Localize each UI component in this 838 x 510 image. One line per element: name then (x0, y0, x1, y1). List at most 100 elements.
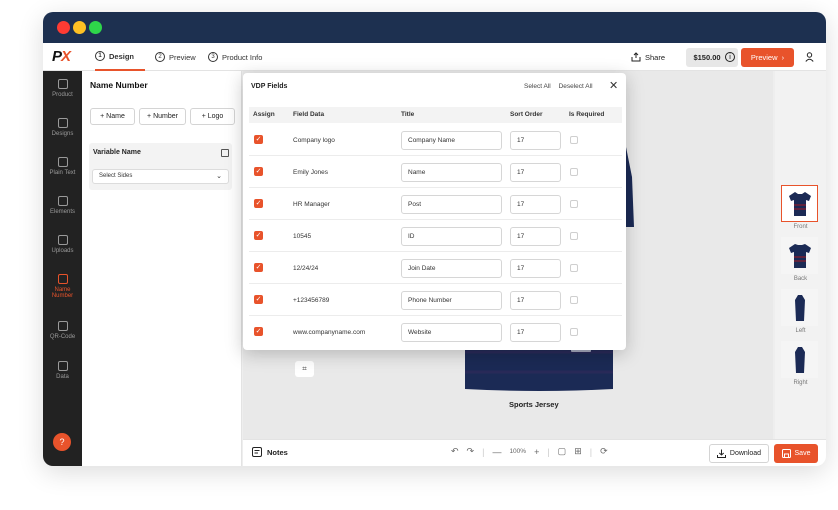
table-row: ✓ Emily Jones Name 17 (249, 157, 622, 188)
assign-checkbox[interactable]: ✓ (254, 263, 263, 272)
column-header-field-data: Field Data (293, 111, 325, 118)
is-required-checkbox[interactable] (570, 296, 578, 304)
rotate-3d-icon[interactable]: ⟳ (600, 446, 608, 457)
sidebar-item-qr-code[interactable]: QR-Code (43, 321, 82, 340)
view-front-thumbnail[interactable] (781, 185, 818, 222)
redo-icon[interactable]: ↷ (467, 446, 475, 457)
view-right-thumbnail[interactable] (781, 341, 818, 378)
view-thumbnails: Front Back Left Right (775, 71, 826, 466)
variable-name-label[interactable]: Variable Name (93, 149, 141, 156)
title-input[interactable]: Phone Number (401, 291, 502, 310)
is-required-checkbox[interactable] (570, 200, 578, 208)
assign-checkbox[interactable]: ✓ (254, 295, 263, 304)
view-back-thumbnail[interactable] (781, 237, 818, 274)
zoom-in-icon[interactable]: + (534, 447, 539, 457)
title-input[interactable]: Join Date (401, 259, 502, 278)
tab-product-info[interactable]: 3 Product Info (208, 43, 262, 71)
designs-icon (57, 118, 68, 128)
column-header-is-required: Is Required (569, 111, 605, 118)
close-icon[interactable]: ✕ (609, 80, 618, 92)
sort-order-input[interactable]: 17 (510, 163, 561, 182)
is-required-checkbox[interactable] (570, 328, 578, 336)
data-icon (57, 361, 68, 371)
window-titlebar (43, 12, 826, 43)
field-data-cell: HR Manager (293, 201, 330, 208)
sidebar-item-uploads[interactable]: Uploads (43, 235, 82, 254)
table-row: ✓ 12/24/24 Join Date 17 (249, 253, 622, 284)
sort-order-input[interactable]: 17 (510, 227, 561, 246)
jersey-sleeve-edge (626, 147, 634, 227)
layers-icon[interactable]: ▢ (558, 446, 567, 457)
sort-order-input[interactable]: 17 (510, 291, 561, 310)
sort-order-input[interactable]: 17 (510, 259, 561, 278)
assign-checkbox[interactable]: ✓ (254, 167, 263, 176)
maximize-window-button[interactable] (89, 21, 102, 34)
sort-order-input[interactable]: 17 (510, 195, 561, 214)
minimize-window-button[interactable] (73, 21, 86, 34)
field-data-cell: Emily Jones (293, 169, 329, 176)
table-row: ✓ HR Manager Post 17 (249, 189, 622, 220)
deselect-all-link[interactable]: Deselect All (559, 83, 593, 90)
zoom-out-icon[interactable]: — (492, 447, 501, 457)
is-required-checkbox[interactable] (570, 232, 578, 240)
name-number-panel: Name Number + Name + Number + Logo Varia… (82, 71, 242, 466)
undo-icon[interactable]: ↶ (451, 446, 459, 457)
select-all-link[interactable]: Select All (524, 83, 551, 90)
select-sides-dropdown[interactable]: Select Sides ⌄ (92, 169, 229, 184)
divider: | (589, 446, 593, 457)
title-input[interactable]: Post (401, 195, 502, 214)
sidebar-item-designs[interactable]: Designs (43, 118, 82, 137)
user-icon[interactable] (805, 52, 814, 62)
table-row: ✓ www.companyname.com Website 17 (249, 317, 622, 348)
grid-icon[interactable]: ⊞ (574, 446, 582, 457)
view-left-thumbnail[interactable] (781, 289, 818, 326)
divider: | (482, 446, 485, 457)
assign-checkbox[interactable]: ✓ (254, 327, 263, 336)
save-button[interactable]: Save (774, 444, 818, 463)
crop-icon[interactable]: ⌗ (295, 361, 314, 377)
title-input[interactable]: Website (401, 323, 502, 342)
sort-order-input[interactable]: 17 (510, 131, 561, 150)
sidebar-item-elements[interactable]: Elements (43, 196, 82, 215)
variable-box: Variable Name Select Sides ⌄ (89, 143, 232, 190)
top-navigation: PX 1 Design 2 Preview 3 Product Info Share … (43, 43, 826, 71)
sidebar-item-name-number[interactable]: Name Number (43, 274, 82, 299)
add-number-button[interactable]: + Number (139, 108, 186, 125)
close-window-button[interactable] (57, 21, 70, 34)
field-data-cell: www.companyname.com (293, 329, 366, 336)
tab-preview[interactable]: 2 Preview (155, 43, 196, 71)
modal-actions: Select All Deselect All (524, 83, 599, 90)
is-required-checkbox[interactable] (570, 168, 578, 176)
field-data-cell: +123456789 (293, 297, 330, 304)
sidebar-item-plain-text[interactable]: Plain Text (43, 157, 82, 176)
sidebar-item-product[interactable]: Product (43, 79, 82, 98)
assign-checkbox[interactable]: ✓ (254, 199, 263, 208)
assign-checkbox[interactable]: ✓ (254, 135, 263, 144)
title-input[interactable]: ID (401, 227, 502, 246)
help-button[interactable]: ? (53, 433, 71, 451)
download-icon (716, 449, 726, 458)
title-input[interactable]: Name (401, 163, 502, 182)
tab-design[interactable]: 1 Design (95, 43, 145, 71)
is-required-checkbox[interactable] (570, 136, 578, 144)
elements-icon (57, 196, 68, 206)
sort-order-input[interactable]: 17 (510, 323, 561, 342)
divider: | (547, 446, 550, 457)
download-button[interactable]: Download (709, 444, 769, 463)
add-name-button[interactable]: + Name (90, 108, 135, 125)
sidebar-item-data[interactable]: Data (43, 361, 82, 380)
chevron-down-icon: ⌄ (216, 173, 222, 180)
column-header-sort-order: Sort Order (510, 111, 543, 118)
share-button[interactable]: Share (631, 49, 665, 65)
zoom-level: 100% (509, 448, 527, 455)
title-input[interactable]: Company Name (401, 131, 502, 150)
add-logo-button[interactable]: + Logo (190, 108, 235, 125)
is-required-checkbox[interactable] (570, 264, 578, 272)
preview-button[interactable]: Preview › (741, 48, 794, 67)
assign-checkbox[interactable]: ✓ (254, 231, 263, 240)
table-row: ✓ +123456789 Phone Number 17 (249, 285, 622, 316)
column-header-assign: Assign (253, 111, 275, 118)
save-icon[interactable] (221, 149, 229, 157)
notes-button[interactable]: Notes (252, 447, 288, 457)
info-icon[interactable]: i (725, 52, 735, 62)
